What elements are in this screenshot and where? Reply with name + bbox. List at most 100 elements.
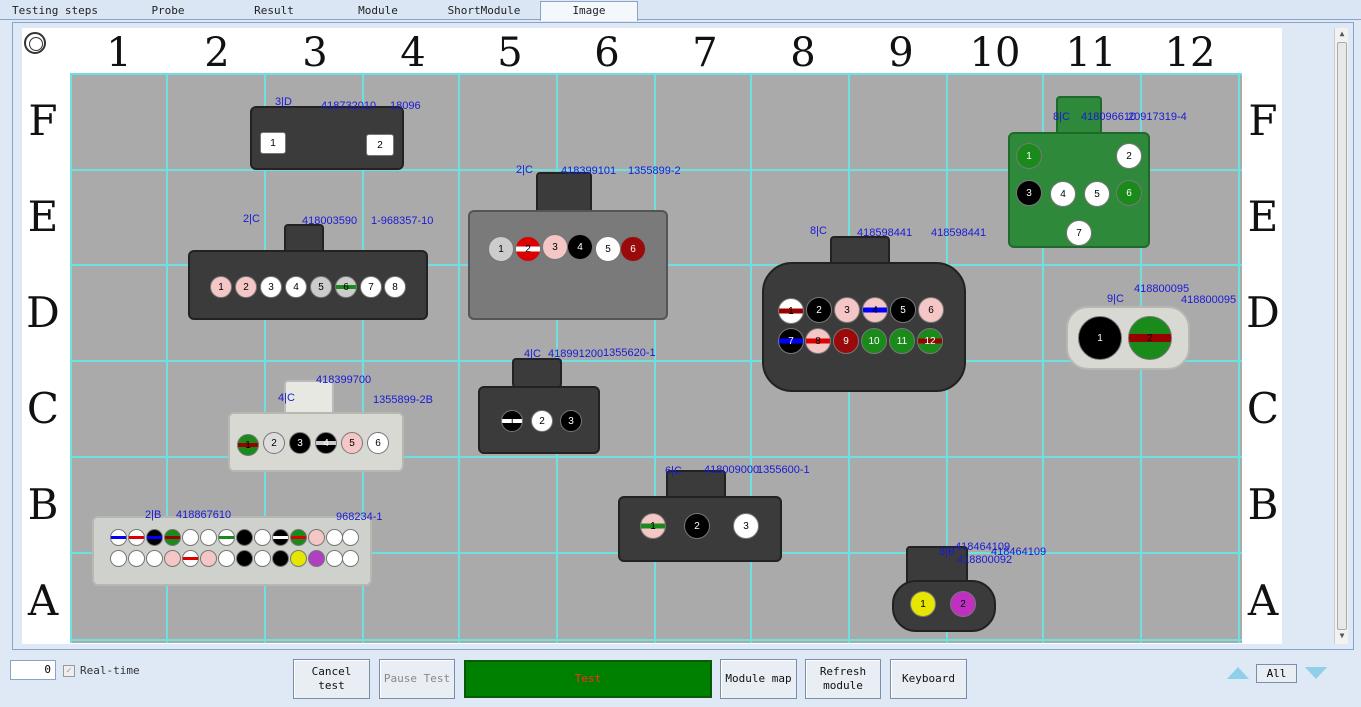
connector-c6-pin[interactable]: 2 bbox=[1128, 316, 1172, 360]
connector-c3-pin[interactable]: 1 bbox=[488, 236, 514, 262]
connector-c5-pin[interactable]: 3 bbox=[1016, 180, 1042, 206]
arrow-down-icon[interactable] bbox=[1305, 667, 1327, 679]
connector-c10-pin[interactable] bbox=[200, 529, 217, 546]
connector-c10-pin[interactable] bbox=[308, 550, 325, 567]
tab-image[interactable]: Image bbox=[540, 1, 638, 21]
connector-c10-pin[interactable] bbox=[110, 529, 127, 546]
connector-c10-pin[interactable] bbox=[254, 529, 271, 546]
connector-c10-pin[interactable] bbox=[200, 550, 217, 567]
connector-c7-pin[interactable]: 6 bbox=[367, 432, 389, 454]
connector-c2-pin[interactable]: 6 bbox=[335, 276, 357, 298]
connector-c2-pin[interactable]: 5 bbox=[310, 276, 332, 298]
connector-c5-pin[interactable]: 6 bbox=[1116, 180, 1142, 206]
connector-c4-pin[interactable]: 10 bbox=[861, 328, 887, 354]
connector-c4-pin[interactable]: 6 bbox=[918, 297, 944, 323]
connector-c4-pin[interactable]: 11 bbox=[889, 328, 915, 354]
connector-c10-pin[interactable] bbox=[128, 529, 145, 546]
connector-c10-pin[interactable] bbox=[290, 529, 307, 546]
connector-c3-pin[interactable]: 4 bbox=[567, 234, 593, 260]
connector-c10-pin[interactable] bbox=[182, 550, 199, 567]
vertical-scrollbar[interactable]: ▲ ▼ bbox=[1334, 28, 1348, 644]
scroll-up-icon[interactable]: ▲ bbox=[1337, 29, 1347, 39]
connector-c10-pin[interactable] bbox=[342, 550, 359, 567]
module-map-button[interactable]: Module map bbox=[720, 659, 797, 699]
connector-c2-pin[interactable]: 8 bbox=[384, 276, 406, 298]
connector-c9-pin[interactable]: 2 bbox=[684, 513, 710, 539]
counter-field[interactable]: 0 bbox=[10, 660, 56, 680]
connector-c10-pin[interactable] bbox=[272, 529, 289, 546]
connector-c1-pin[interactable]: 1 bbox=[260, 132, 286, 154]
connector-c1-pin[interactable]: 2 bbox=[366, 134, 394, 156]
tab-module[interactable]: Module bbox=[330, 2, 426, 20]
tab-probe[interactable]: Probe bbox=[120, 2, 216, 20]
connector-c10-pin[interactable] bbox=[164, 550, 181, 567]
tab-shortmodule[interactable]: ShortModule bbox=[436, 2, 532, 20]
connector-c3-pin[interactable]: 3 bbox=[542, 234, 568, 260]
tab-result[interactable]: Result bbox=[226, 2, 322, 20]
connector-c4-pin[interactable]: 8 bbox=[805, 328, 831, 354]
connector-c2-pin[interactable]: 3 bbox=[260, 276, 282, 298]
connector-c5-pin[interactable]: 4 bbox=[1050, 181, 1076, 207]
scroll-down-icon[interactable]: ▼ bbox=[1337, 631, 1347, 641]
realtime-checkbox[interactable]: ✓ bbox=[63, 665, 75, 677]
connector-c10-pin[interactable] bbox=[326, 529, 343, 546]
arrow-up-icon[interactable] bbox=[1227, 667, 1249, 679]
connector-c4-pin[interactable]: 7 bbox=[778, 328, 804, 354]
connector-c9-pin[interactable]: 1 bbox=[640, 513, 666, 539]
connector-c3-pin[interactable]: 2 bbox=[515, 236, 541, 262]
connector-c10-pin[interactable] bbox=[164, 529, 181, 546]
connector-c10-pin[interactable] bbox=[218, 529, 235, 546]
connector-c10-pin[interactable] bbox=[308, 529, 325, 546]
connector-c5-pin[interactable]: 7 bbox=[1066, 220, 1092, 246]
connector-c10-pin[interactable] bbox=[272, 550, 289, 567]
connector-c4-pin[interactable]: 9 bbox=[833, 328, 859, 354]
connector-c10-pin[interactable] bbox=[236, 529, 253, 546]
pause-test-button[interactable]: Pause Test bbox=[379, 659, 455, 699]
connector-c4-pin[interactable]: 3 bbox=[834, 297, 860, 323]
connector-c8-pin[interactable]: 1 bbox=[501, 410, 523, 432]
connector-c11-pin[interactable]: 1 bbox=[910, 591, 936, 617]
connector-c10-pin[interactable] bbox=[254, 550, 271, 567]
tab-testing-steps[interactable]: Testing steps bbox=[0, 2, 110, 20]
connector-c11-pin[interactable]: 2 bbox=[950, 591, 976, 617]
connector-c4-pin[interactable]: 4 bbox=[862, 297, 888, 323]
connector-c7-pin[interactable]: 1 bbox=[237, 434, 259, 456]
connector-c2-pin[interactable]: 7 bbox=[360, 276, 382, 298]
connector-c10-pin[interactable] bbox=[110, 550, 127, 567]
connector-c7-pin[interactable]: 5 bbox=[341, 432, 363, 454]
connector-c2-pin[interactable]: 2 bbox=[235, 276, 257, 298]
connector-c7-pin[interactable]: 2 bbox=[263, 432, 285, 454]
connector-c10-pin[interactable] bbox=[182, 529, 199, 546]
connector-c7-pin[interactable]: 4 bbox=[315, 432, 337, 454]
connector-c3[interactable] bbox=[468, 210, 668, 320]
connector-c10-pin[interactable] bbox=[128, 550, 145, 567]
connector-c10-pin[interactable] bbox=[146, 529, 163, 546]
scrollbar-thumb[interactable] bbox=[1337, 42, 1347, 630]
connector-c5-pin[interactable]: 2 bbox=[1116, 143, 1142, 169]
connector-c4-pin[interactable]: 2 bbox=[806, 297, 832, 323]
keyboard-button[interactable]: Keyboard bbox=[890, 659, 967, 699]
connector-c3-pin[interactable]: 5 bbox=[595, 236, 621, 262]
connector-c3-pin[interactable]: 6 bbox=[620, 236, 646, 262]
connector-c7-pin[interactable]: 3 bbox=[289, 432, 311, 454]
cancel-test-button[interactable]: Cancel test bbox=[293, 659, 370, 699]
connector-c10-pin[interactable] bbox=[146, 550, 163, 567]
connector-c4[interactable] bbox=[762, 262, 966, 392]
connector-c5-pin[interactable]: 5 bbox=[1084, 181, 1110, 207]
refresh-module-button[interactable]: Refresh module bbox=[805, 659, 881, 699]
connector-c4-pin[interactable]: 5 bbox=[890, 297, 916, 323]
connector-c11[interactable] bbox=[892, 580, 996, 632]
all-button[interactable]: All bbox=[1256, 664, 1297, 683]
connector-c9-pin[interactable]: 3 bbox=[733, 513, 759, 539]
connector-c8-pin[interactable]: 2 bbox=[531, 410, 553, 432]
connector-c5-pin[interactable]: 1 bbox=[1016, 143, 1042, 169]
connector-c8-pin[interactable]: 3 bbox=[560, 410, 582, 432]
connector-c10-pin[interactable] bbox=[236, 550, 253, 567]
connector-c10-pin[interactable] bbox=[326, 550, 343, 567]
connector-c2-pin[interactable]: 4 bbox=[285, 276, 307, 298]
connector-c4-pin[interactable]: 12 bbox=[917, 328, 943, 354]
connector-c10-pin[interactable] bbox=[342, 529, 359, 546]
connector-c4-pin[interactable]: 1 bbox=[778, 298, 804, 324]
connector-c2-pin[interactable]: 1 bbox=[210, 276, 232, 298]
connector-c10-pin[interactable] bbox=[290, 550, 307, 567]
